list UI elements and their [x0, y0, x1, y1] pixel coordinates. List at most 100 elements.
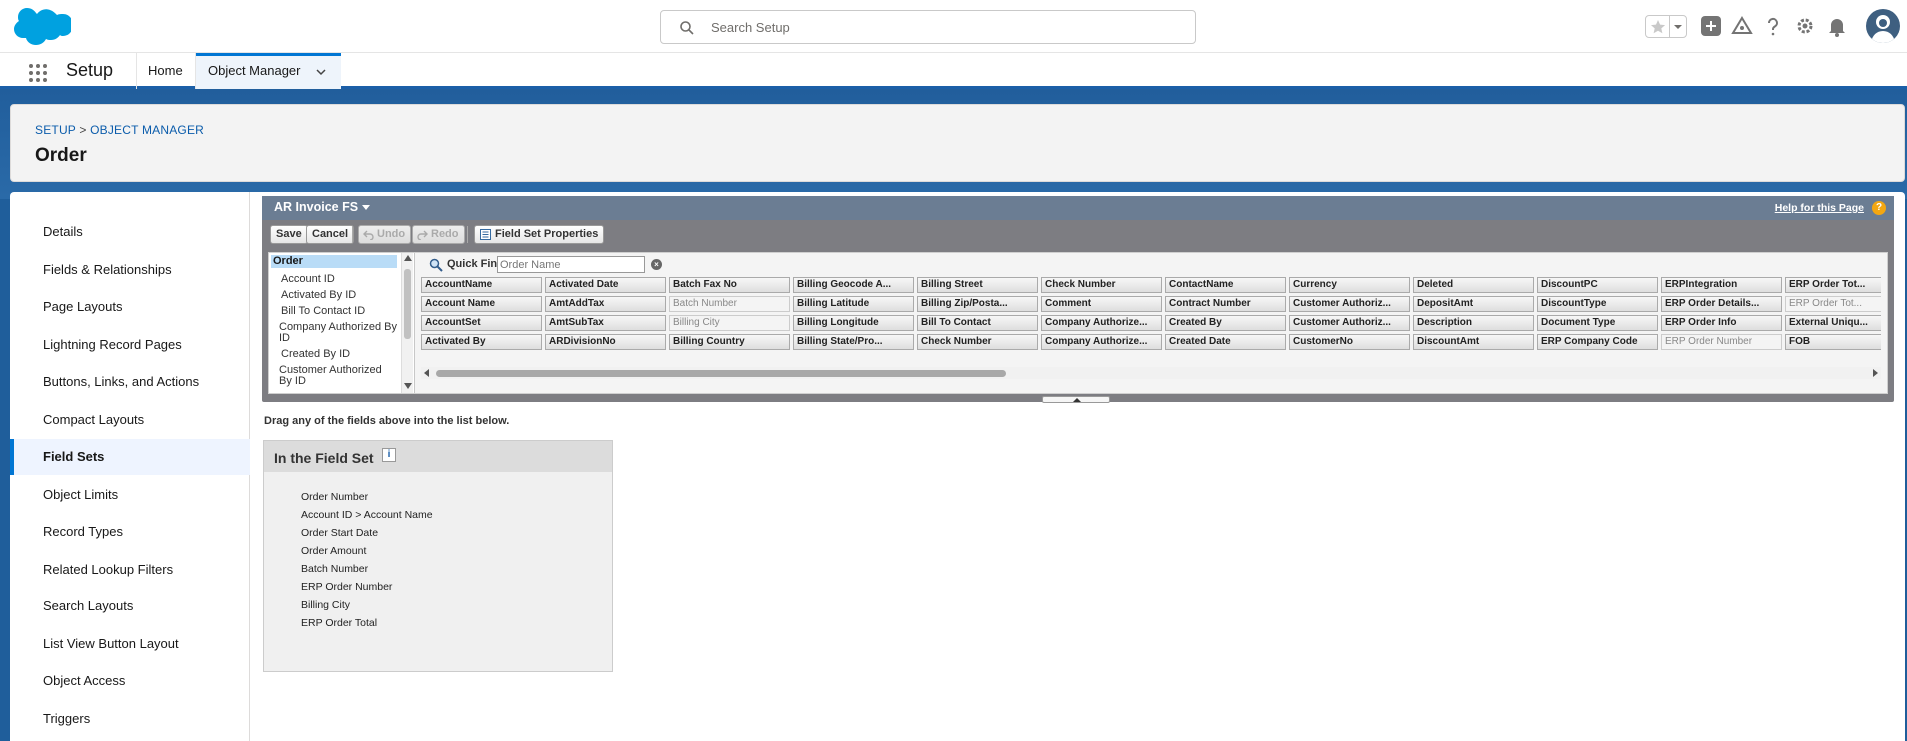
sidebar-item-field-sets[interactable]: Field Sets [10, 439, 250, 475]
favorites-group[interactable] [1645, 15, 1687, 38]
field-chip[interactable]: Customer Authoriz... [1289, 296, 1410, 312]
field-chip[interactable]: ERP Order Number [1661, 334, 1782, 350]
scroll-up-icon[interactable] [404, 255, 412, 261]
field-chip[interactable]: ARDivisionNo [545, 334, 666, 350]
field-chip[interactable]: AccountSet [421, 315, 542, 331]
undo-button[interactable]: Undo [358, 225, 412, 244]
field-chip[interactable]: ERP Order Info [1661, 315, 1782, 331]
field-set-item[interactable]: Batch Number [301, 563, 368, 575]
tab-object-manager[interactable]: Object Manager [196, 53, 341, 89]
caret-down-icon[interactable] [362, 205, 371, 211]
field-chip[interactable]: DiscountPC [1537, 277, 1658, 293]
field-chip[interactable]: Account Name [421, 296, 542, 312]
field-chip[interactable]: AmtSubTax [545, 315, 666, 331]
sidebar-item-compact-layouts[interactable]: Compact Layouts [10, 403, 250, 437]
tree-node-order[interactable]: Order [271, 255, 397, 268]
field-chip[interactable]: Billing Street [917, 277, 1038, 293]
sidebar-item-triggers[interactable]: Triggers [10, 702, 250, 736]
sidebar-item-list-view-button-layout[interactable]: List View Button Layout [10, 627, 250, 661]
field-chip[interactable]: Description [1413, 315, 1534, 331]
salesforce-logo-icon[interactable] [13, 8, 73, 48]
field-set-item[interactable]: Billing City [301, 599, 350, 611]
field-chip[interactable]: ERPIntegration [1661, 277, 1782, 293]
field-chip[interactable]: Document Type [1537, 315, 1658, 331]
search-setup-box[interactable] [660, 10, 1196, 44]
trailhead-icon[interactable] [1731, 15, 1753, 37]
field-chip[interactable]: Bill To Contact [917, 315, 1038, 331]
field-chip[interactable]: Activated Date [545, 277, 666, 293]
field-chip[interactable]: ERP Order Tot... [1785, 277, 1881, 293]
scroll-left-icon[interactable] [424, 369, 429, 377]
sidebar-item-record-types[interactable]: Record Types [10, 515, 250, 549]
field-set-item[interactable]: Order Start Date [301, 527, 378, 539]
collapse-palette-handle[interactable] [1042, 396, 1110, 403]
field-chip[interactable]: CustomerNo [1289, 334, 1410, 350]
redo-button[interactable]: Redo [412, 225, 465, 244]
field-set-item[interactable]: Account ID > Account Name [301, 509, 433, 521]
field-chip[interactable]: Billing Zip/Posta... [917, 296, 1038, 312]
clear-search-icon[interactable]: × [651, 259, 662, 270]
scroll-down-icon[interactable] [404, 383, 412, 389]
field-chip[interactable]: DepositAmt [1413, 296, 1534, 312]
field-set-item[interactable]: Order Number [301, 491, 368, 503]
field-chip[interactable]: ERP Order Details... [1661, 296, 1782, 312]
field-chip[interactable]: Company Authorize... [1041, 334, 1162, 350]
chevron-down-icon[interactable] [315, 66, 327, 78]
fields-horizontal-scrollbar[interactable] [421, 367, 1881, 379]
field-chip[interactable]: External Uniqu... [1785, 315, 1881, 331]
field-chip[interactable]: DiscountType [1537, 296, 1658, 312]
notifications-bell-icon[interactable] [1826, 15, 1848, 37]
tree-node-activated-by-id[interactable]: Activated By ID [281, 290, 399, 301]
tree-scrollbar[interactable] [401, 253, 413, 393]
field-chip[interactable]: DiscountAmt [1413, 334, 1534, 350]
sidebar-item-object-limits[interactable]: Object Limits [10, 478, 250, 512]
field-chip[interactable]: ERP Company Code [1537, 334, 1658, 350]
field-chip[interactable]: Billing City [669, 315, 790, 331]
add-icon[interactable] [1700, 15, 1722, 37]
field-chip[interactable]: Batch Number [669, 296, 790, 312]
field-set-properties-button[interactable]: Field Set Properties [474, 225, 605, 244]
field-set-item[interactable]: ERP Order Number [301, 581, 392, 593]
tree-node-bill-to-contact-id[interactable]: Bill To Contact ID [281, 306, 399, 317]
sidebar-item-fields-relationships[interactable]: Fields & Relationships [10, 253, 250, 287]
field-set-title[interactable]: AR Invoice FS [274, 200, 371, 214]
app-launcher-icon[interactable] [28, 63, 48, 83]
field-chip[interactable]: Batch Fax No [669, 277, 790, 293]
sidebar-item-search-layouts[interactable]: Search Layouts [10, 589, 250, 623]
field-chip[interactable]: Comment [1041, 296, 1162, 312]
field-chip[interactable]: Created Date [1165, 334, 1286, 350]
breadcrumb-setup[interactable]: SETUP [35, 123, 76, 137]
field-chip[interactable]: Company Authorize... [1041, 315, 1162, 331]
search-input[interactable] [711, 17, 1181, 37]
field-chip[interactable]: Billing Country [669, 334, 790, 350]
tree-node-company-authorized-by-id[interactable]: Company Authorized By ID [279, 322, 397, 344]
help-icon[interactable] [1762, 15, 1784, 37]
quick-find-input[interactable] [497, 256, 645, 273]
setup-gear-icon[interactable] [1794, 15, 1816, 37]
tree-node-account-id[interactable]: Account ID [281, 274, 399, 285]
scrollbar-thumb[interactable] [404, 269, 411, 339]
field-chip[interactable]: Check Number [917, 334, 1038, 350]
field-chip[interactable]: Contract Number [1165, 296, 1286, 312]
sidebar-item-page-layouts[interactable]: Page Layouts [10, 290, 250, 324]
field-chip[interactable]: FOB [1785, 334, 1881, 350]
scrollbar-thumb[interactable] [436, 370, 1006, 377]
help-question-icon[interactable]: ? [1872, 201, 1886, 215]
field-chip[interactable]: Deleted [1413, 277, 1534, 293]
field-chip[interactable]: Created By [1165, 315, 1286, 331]
field-chip[interactable]: Billing State/Pro... [793, 334, 914, 350]
field-chip[interactable]: Customer Authoriz... [1289, 315, 1410, 331]
field-chip[interactable]: Check Number [1041, 277, 1162, 293]
sidebar-item-buttons-links-actions[interactable]: Buttons, Links, and Actions [10, 365, 250, 399]
sidebar-item-object-access[interactable]: Object Access [10, 664, 250, 698]
field-chip[interactable]: ContactName [1165, 277, 1286, 293]
field-chip[interactable]: AmtAddTax [545, 296, 666, 312]
tree-node-created-by-id[interactable]: Created By ID [281, 349, 399, 360]
breadcrumb-object-manager[interactable]: OBJECT MANAGER [90, 123, 204, 137]
scroll-right-icon[interactable] [1873, 369, 1878, 377]
sidebar-item-related-lookup-filters[interactable]: Related Lookup Filters [10, 553, 250, 587]
favorites-dropdown-icon[interactable] [1673, 22, 1683, 32]
field-chip[interactable]: ERP Order Tot... [1785, 296, 1881, 312]
field-set-item[interactable]: ERP Order Total [301, 617, 377, 629]
info-icon[interactable]: i [382, 448, 396, 462]
